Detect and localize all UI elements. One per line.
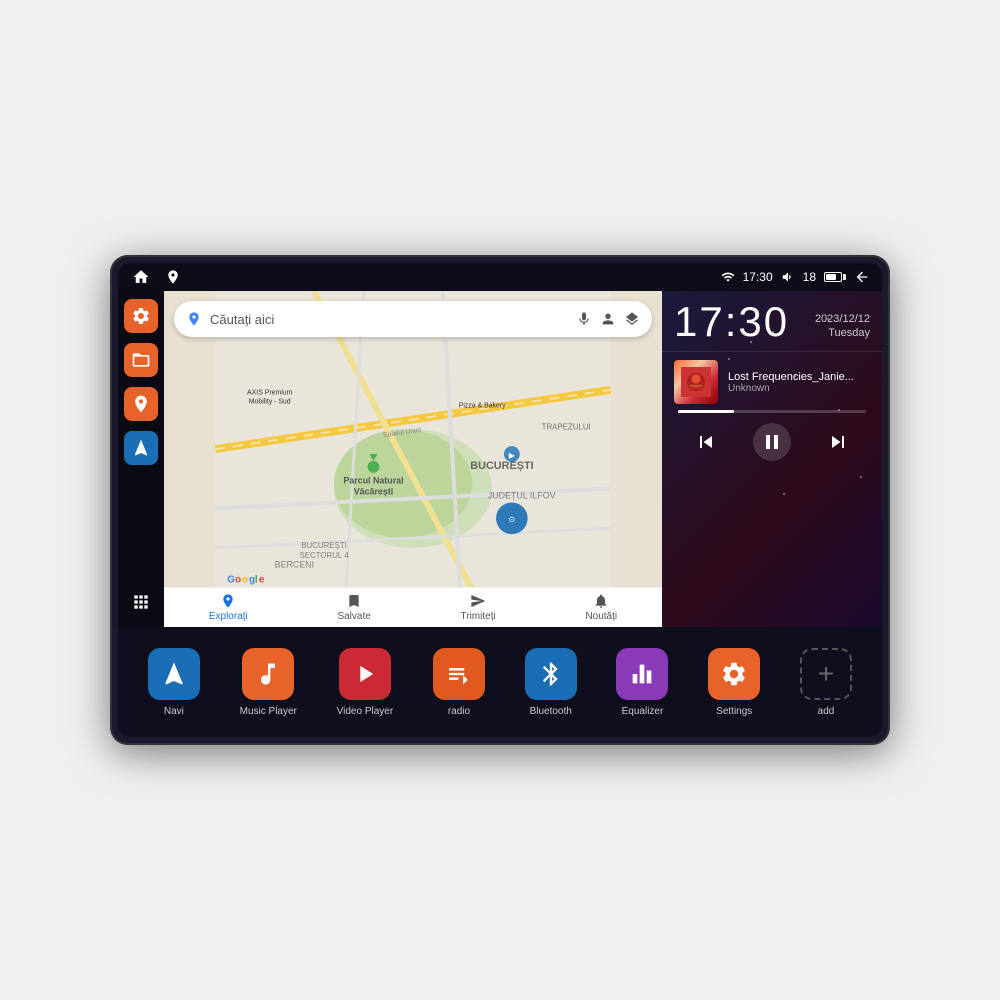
music-section: Lost Frequencies_Janie... Unknown xyxy=(662,352,882,473)
device-frame: 17:30 18 xyxy=(110,255,890,745)
app-music[interactable]: Music Player xyxy=(240,648,297,717)
sidebar-maps-button[interactable] xyxy=(124,387,158,421)
saved-label: Salvate xyxy=(337,611,370,622)
svg-text:TRAPEZULUI: TRAPEZULUI xyxy=(542,422,591,431)
app-grid-section: Navi Music Player Video Player xyxy=(118,627,882,737)
svg-text:Văcărești: Văcărești xyxy=(354,487,393,497)
layers-icon[interactable] xyxy=(624,311,640,327)
music-progress-bar[interactable] xyxy=(678,410,866,413)
explore-label: Explorați xyxy=(209,611,248,622)
music-controls xyxy=(674,419,870,465)
equalizer-label: Equalizer xyxy=(622,706,664,717)
progress-bar-fill xyxy=(678,410,734,413)
navi-label: Navi xyxy=(164,706,184,717)
app-bluetooth[interactable]: Bluetooth xyxy=(525,648,577,717)
svg-text:JUDEȚUL ILFOV: JUDEȚUL ILFOV xyxy=(488,491,556,501)
svg-text:l: l xyxy=(255,575,258,586)
next-button[interactable] xyxy=(822,426,854,458)
clock-date: 2023/12/12 xyxy=(815,313,870,325)
battery-level: 18 xyxy=(803,270,816,284)
sidebar-settings-button[interactable] xyxy=(124,299,158,333)
svg-text:BERCENI: BERCENI xyxy=(275,560,314,570)
svg-text:BUCUREȘTI: BUCUREȘTI xyxy=(470,460,533,472)
map-svg: Parcul Natural Văcărești BUCUREȘTI JUDEȚ… xyxy=(164,291,662,627)
right-panel: 17:30 2023/12/12 Tuesday xyxy=(662,291,882,627)
device-screen: 17:30 18 xyxy=(118,263,882,737)
back-icon[interactable] xyxy=(854,269,870,285)
clock-day: Tuesday xyxy=(815,327,870,339)
app-settings[interactable]: Settings xyxy=(708,648,760,717)
music-title: Lost Frequencies_Janie... xyxy=(728,371,870,383)
music-label: Music Player xyxy=(240,706,297,717)
pause-button[interactable] xyxy=(753,423,791,461)
svg-text:AXIS Premium: AXIS Premium xyxy=(247,390,293,397)
svg-text:Mobility - Sud: Mobility - Sud xyxy=(249,399,291,406)
add-icon: + xyxy=(800,648,852,700)
radio-label: radio xyxy=(448,706,470,717)
video-label: Video Player xyxy=(337,706,394,717)
sidebar-grid-button[interactable] xyxy=(124,585,158,619)
status-bar-left xyxy=(130,266,184,288)
bluetooth-label: Bluetooth xyxy=(530,706,572,717)
equalizer-icon xyxy=(616,648,668,700)
sidebar-files-button[interactable] xyxy=(124,343,158,377)
app-navi[interactable]: Navi xyxy=(148,648,200,717)
svg-text:BUCUREȘTI: BUCUREȘTI xyxy=(301,541,347,550)
google-maps-logo xyxy=(186,311,202,327)
svg-text:Pizza & Bakery: Pizza & Bakery xyxy=(459,403,506,410)
map-bottom-bar: Explorați Salvate Trimiteți Noutăți xyxy=(164,587,662,627)
settings-icon xyxy=(708,648,760,700)
map-search-input[interactable]: Căutați aici xyxy=(210,312,568,327)
svg-text:o: o xyxy=(242,575,248,586)
clock-section: 17:30 2023/12/12 Tuesday xyxy=(662,291,882,352)
bluetooth-icon xyxy=(525,648,577,700)
wifi-icon xyxy=(721,270,735,284)
main-content: Parcul Natural Văcărești BUCUREȘTI JUDEȚ… xyxy=(118,291,882,627)
send-label: Trimiteți xyxy=(461,611,496,622)
video-icon xyxy=(339,648,391,700)
time-display: 17:30 xyxy=(743,270,773,284)
home-button[interactable] xyxy=(130,266,152,288)
map-shortcut-button[interactable] xyxy=(162,266,184,288)
status-bar-right: 17:30 18 xyxy=(721,269,870,285)
news-label: Noutăți xyxy=(585,611,617,622)
svg-text:⊙: ⊙ xyxy=(509,515,516,524)
radio-icon xyxy=(433,648,485,700)
music-artist: Unknown xyxy=(728,383,870,394)
app-radio[interactable]: radio xyxy=(433,648,485,717)
left-sidebar xyxy=(118,291,164,627)
map-saved-button[interactable]: Salvate xyxy=(337,593,370,622)
clock-time: 17:30 xyxy=(674,301,789,343)
app-equalizer[interactable]: Equalizer xyxy=(616,648,668,717)
app-video[interactable]: Video Player xyxy=(337,648,394,717)
music-info: Lost Frequencies_Janie... Unknown xyxy=(674,360,870,404)
battery-icon xyxy=(824,272,846,282)
app-add[interactable]: + add xyxy=(800,648,852,717)
microphone-icon[interactable] xyxy=(576,311,592,327)
map-area[interactable]: Parcul Natural Văcărești BUCUREȘTI JUDEȚ… xyxy=(164,291,662,627)
music-details: Lost Frequencies_Janie... Unknown xyxy=(728,371,870,394)
map-news-button[interactable]: Noutăți xyxy=(585,593,617,622)
svg-text:▶: ▶ xyxy=(509,451,516,460)
svg-text:o: o xyxy=(235,575,241,586)
music-thumbnail xyxy=(674,360,718,404)
status-bar: 17:30 18 xyxy=(118,263,882,291)
svg-text:e: e xyxy=(259,575,265,586)
svg-text:Parcul Natural: Parcul Natural xyxy=(343,476,403,486)
svg-text:G: G xyxy=(227,575,235,586)
settings-label: Settings xyxy=(716,706,752,717)
map-search-bar[interactable]: Căutați aici xyxy=(174,301,652,337)
svg-text:SECTORUL 4: SECTORUL 4 xyxy=(299,551,349,560)
account-icon[interactable] xyxy=(600,311,616,327)
prev-button[interactable] xyxy=(690,426,722,458)
volume-icon xyxy=(781,270,795,284)
music-icon xyxy=(242,648,294,700)
add-label: add xyxy=(818,706,835,717)
map-send-button[interactable]: Trimiteți xyxy=(461,593,496,622)
sidebar-navi-button[interactable] xyxy=(124,431,158,465)
map-explore-button[interactable]: Explorați xyxy=(209,593,248,622)
navi-icon xyxy=(148,648,200,700)
